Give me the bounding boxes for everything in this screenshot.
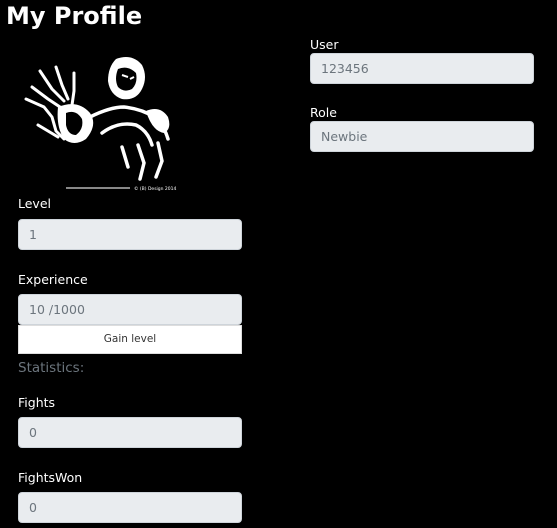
statistics-heading: Statistics: bbox=[18, 360, 85, 376]
role-label: Role bbox=[310, 105, 337, 120]
level-label: Level bbox=[18, 196, 51, 211]
user-field[interactable]: 123456 bbox=[310, 53, 534, 84]
avatar-image: © (B) Design 2014 bbox=[18, 47, 181, 197]
level-field[interactable]: 1 bbox=[18, 219, 242, 250]
user-label: User bbox=[310, 37, 339, 52]
fights-won-label: FightsWon bbox=[18, 470, 83, 485]
fights-field[interactable]: 0 bbox=[18, 417, 242, 448]
fights-label: Fights bbox=[18, 395, 56, 410]
page-title: My Profile bbox=[6, 2, 143, 30]
experience-label: Experience bbox=[18, 272, 88, 287]
role-field[interactable]: Newbie bbox=[310, 121, 534, 152]
avatar-caption: © (B) Design 2014 bbox=[134, 185, 177, 192]
profile-avatar: © (B) Design 2014 bbox=[18, 47, 181, 197]
fights-won-field[interactable]: 0 bbox=[18, 492, 242, 523]
gain-level-button[interactable]: Gain level bbox=[18, 325, 242, 354]
experience-field[interactable]: 10 /1000 bbox=[18, 294, 242, 325]
